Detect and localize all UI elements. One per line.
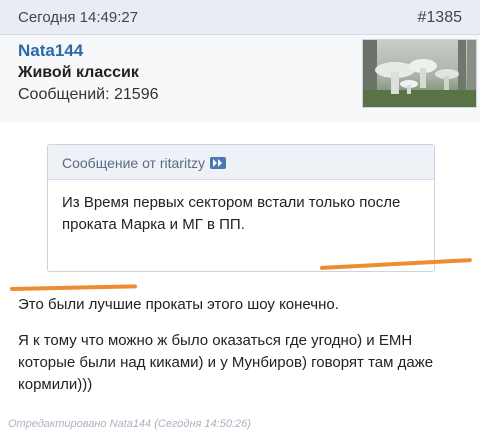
- author-block: Nata144 Живой классик Сообщений: 21596: [0, 35, 480, 121]
- quote-author-label: Сообщение от ritaritzy: [62, 155, 226, 171]
- quote-author-text: Сообщение от ritaritzy: [62, 155, 205, 171]
- post-date: Сегодня 14:49:27: [18, 9, 139, 26]
- post-content: Сообщение от ritaritzy Из Время первых с…: [0, 122, 480, 437]
- avatar[interactable]: [362, 39, 477, 108]
- message-paragraph-1: Это были лучшие прокаты этого шоу конечн…: [18, 296, 339, 313]
- message-paragraph-2: Я к тому что можно ж было оказаться где …: [18, 332, 434, 393]
- post-count: Сообщений: 21596: [18, 86, 159, 103]
- quote-text: Из Время первых сектором встали только п…: [62, 194, 401, 233]
- quote-header: Сообщение от ritaritzy: [48, 145, 434, 180]
- post-number-link[interactable]: #1385: [418, 9, 463, 27]
- quote-block: Сообщение от ritaritzy Из Время первых с…: [47, 144, 435, 272]
- post-header: Сегодня 14:49:27 #1385: [0, 0, 480, 35]
- edited-note: Отредактировано Nata144 (Сегодня 14:50:2…: [8, 418, 251, 430]
- user-rank: Живой классик: [18, 64, 139, 81]
- username-link[interactable]: Nata144: [18, 41, 83, 61]
- jump-to-post-icon[interactable]: [209, 157, 226, 169]
- mushroom-photo-avatar: [363, 40, 476, 107]
